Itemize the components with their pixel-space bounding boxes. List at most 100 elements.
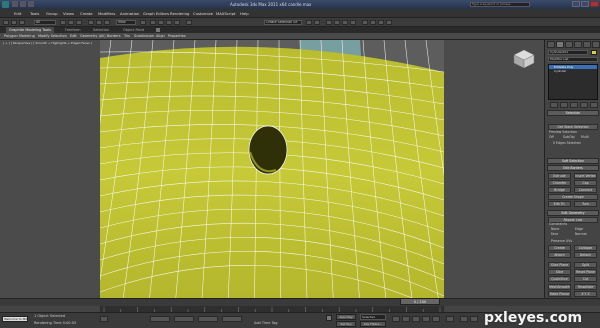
slice-plane-button[interactable]: Slice Plane [548,262,571,268]
split-checkbox[interactable]: Split [574,262,597,268]
minimize-button[interactable] [572,1,580,7]
collapse-button[interactable]: Collapse [574,245,597,251]
remove-modifier-icon[interactable] [580,102,588,108]
selection-rollout[interactable]: Selection [547,110,599,116]
ribbon-borders[interactable]: Borders [107,33,121,40]
constraint-normal-radio[interactable]: Normal [575,232,587,237]
preserve-uvs-checkbox[interactable]: Preserve UVs [551,239,572,244]
go-to-end-icon[interactable] [432,316,440,322]
pivot-icon[interactable] [140,20,146,25]
y-coordinate-field[interactable] [174,316,194,322]
selected-dropdown[interactable]: Selected [360,314,386,320]
rendered-frame-icon[interactable] [378,20,384,25]
search-field[interactable]: Type a keyword or phrase [470,2,530,7]
3ds-max-logo-icon[interactable] [2,1,9,8]
percent-snap-icon[interactable] [166,20,172,25]
selection-filter-dropdown[interactable]: All [34,20,56,25]
viewport-label[interactable]: [ + ] [ Perspective ] [ Smooth + Highlig… [3,41,92,45]
go-to-start-icon[interactable] [392,316,400,322]
object-color-swatch[interactable] [591,50,597,55]
ribbon-tris[interactable]: Tris [124,33,130,40]
edit-named-selection-icon[interactable] [186,20,192,25]
soft-selection-rollout[interactable]: Soft Selection [547,158,599,164]
layer-manager-icon[interactable] [326,20,332,25]
undo-icon[interactable] [3,20,9,25]
modifier-list-dropdown[interactable]: Modifier List [548,57,598,62]
previous-frame-icon[interactable] [402,316,410,322]
create-tab-icon[interactable] [547,41,555,48]
edit-tri-button[interactable]: Edit Tri. [548,201,571,207]
slice-button[interactable]: Slice [548,269,571,275]
utilities-tab-icon[interactable] [592,41,600,48]
time-configuration-icon[interactable] [446,316,454,322]
menu-maxscript[interactable]: MAXScript [216,9,236,18]
menu-customize[interactable]: Customize [193,9,213,18]
hierarchy-tab-icon[interactable] [565,41,573,48]
reset-plane-button[interactable]: Reset Plane [574,269,597,275]
ribbon-edit[interactable]: Edit [70,33,77,40]
link-icon[interactable] [19,20,25,25]
ribbon-geometry-all[interactable]: Geometry (All) [80,33,106,40]
viewcube-icon[interactable] [512,48,536,70]
spinner-snap-icon[interactable] [174,20,180,25]
menu-rendering[interactable]: Rendering [170,9,189,18]
select-by-name-icon[interactable] [68,20,74,25]
cap-button[interactable]: Cap [574,180,597,186]
add-time-tag-button[interactable]: Add Time Tag [254,321,278,326]
preview-multi-radio[interactable]: Multi [581,135,589,140]
menu-tools[interactable]: Tools [30,9,39,18]
connect-button[interactable]: Connect [574,187,597,193]
ribbon-subdivision[interactable]: Subdivision [134,33,154,40]
angle-snap-icon[interactable] [158,20,164,25]
cut-button[interactable]: Cut [574,276,597,282]
move-icon[interactable] [88,20,94,25]
material-editor-icon[interactable] [362,20,368,25]
key-mode-icon[interactable] [326,315,332,321]
pan-icon[interactable] [470,316,478,322]
attach-button[interactable]: Attach [548,252,571,258]
set-key-button[interactable]: Set Key [336,321,356,327]
schematic-view-icon[interactable] [350,20,356,25]
close-button[interactable] [590,1,599,7]
constraint-face-radio[interactable]: Face [551,232,558,237]
curve-editor-icon[interactable] [342,20,348,25]
render-setup-icon[interactable] [370,20,376,25]
menu-views[interactable]: Views [63,9,74,18]
snap-icon[interactable] [150,20,156,25]
preview-off-radio[interactable]: Off [549,135,554,140]
menu-create[interactable]: Create [80,9,93,18]
select-object-icon[interactable] [60,20,66,25]
ribbon-expand-icon[interactable] [156,28,160,32]
x-coordinate-field[interactable] [150,316,170,322]
motion-tab-icon[interactable] [574,41,582,48]
configure-sets-icon[interactable] [590,102,598,108]
play-icon[interactable] [412,316,420,322]
insert-vertex-button[interactable]: Insert Vertex [574,173,597,179]
time-slider[interactable]: 0 / 100 [400,298,440,305]
maximize-button[interactable] [581,1,589,7]
scale-icon[interactable] [104,20,110,25]
xyz-buttons[interactable]: X Y Z [574,291,597,297]
create-shape-button[interactable]: Create Shape [548,194,598,200]
perspective-viewport[interactable] [100,40,444,298]
edit-geometry-rollout[interactable]: Edit Geometry [547,210,599,216]
tessellate-button[interactable]: Tessellate [574,284,597,290]
pin-stack-icon[interactable] [550,102,558,108]
rotate-icon[interactable] [96,20,102,25]
display-tab-icon[interactable] [583,41,591,48]
lock-selection-icon[interactable] [100,316,108,322]
preview-subobj-radio[interactable]: SubObj [563,135,575,140]
stack-item-cylinder[interactable]: Cylinder [549,69,597,73]
object-name-field[interactable]: Cylinder001 [548,50,588,55]
redo-icon[interactable] [11,20,17,25]
turn-button[interactable]: Turn [574,201,597,207]
create-button[interactable]: Create [548,245,571,251]
meshsmooth-button[interactable]: MeshSmooth [548,284,571,290]
make-planar-button[interactable]: Make Planar [548,291,571,297]
extrude-button[interactable]: Extrude [548,173,571,179]
align-icon[interactable] [314,20,320,25]
modify-tab-icon[interactable] [556,41,564,48]
graphite-toggle-icon[interactable] [334,20,340,25]
undo-icon[interactable] [20,1,26,7]
zoom-icon[interactable] [460,316,468,322]
